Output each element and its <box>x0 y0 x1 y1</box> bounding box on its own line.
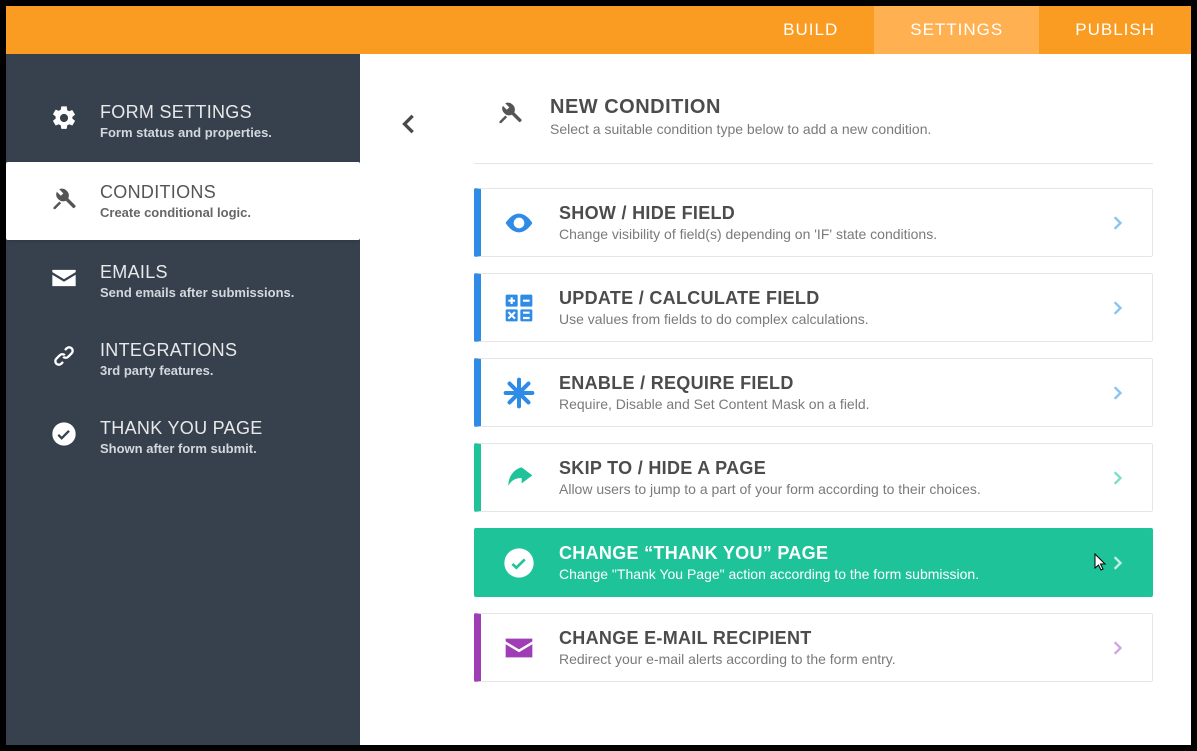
chevron-right-icon <box>1108 553 1128 573</box>
condition-sub: Allow users to jump to a part of your fo… <box>559 481 981 497</box>
link-icon <box>48 340 80 372</box>
sidebar-integrations[interactable]: INTEGRATIONS 3rd party features. <box>6 320 360 398</box>
mail-icon <box>501 630 537 666</box>
condition-header: NEW CONDITION Select a suitable conditio… <box>474 84 1153 164</box>
sidebar-item-sub: Create conditional logic. <box>100 205 251 220</box>
sidebar-item-title: EMAILS <box>100 262 294 283</box>
chevron-right-icon <box>1108 213 1128 233</box>
condition-card[interactable]: CHANGE E-MAIL RECIPIENT Redirect your e-… <box>474 613 1153 682</box>
sidebar-item-sub: Send emails after submissions. <box>100 285 294 300</box>
condition-type-list: SHOW / HIDE FIELD Change visibility of f… <box>474 188 1153 682</box>
sidebar-item-title: CONDITIONS <box>100 182 251 203</box>
tools-icon <box>496 96 528 128</box>
gear-icon <box>48 102 80 134</box>
sidebar-item-title: THANK YOU PAGE <box>100 418 263 439</box>
condition-card[interactable]: SHOW / HIDE FIELD Change visibility of f… <box>474 188 1153 257</box>
sidebar-item-sub: 3rd party features. <box>100 363 237 378</box>
tab-settings[interactable]: SETTINGS <box>874 6 1039 54</box>
sidebar-item-sub: Form status and properties. <box>100 125 272 140</box>
settings-sidebar: FORM SETTINGS Form status and properties… <box>6 54 360 745</box>
tab-publish[interactable]: PUBLISH <box>1039 6 1191 54</box>
chevron-right-icon <box>1108 468 1128 488</box>
check-icon <box>501 545 537 581</box>
tools-icon <box>48 182 80 214</box>
star-icon <box>501 375 537 411</box>
condition-sub: Change "Thank You Page" action according… <box>559 566 979 582</box>
top-nav: BUILD SETTINGS PUBLISH <box>6 6 1191 54</box>
sidebar-form-settings[interactable]: FORM SETTINGS Form status and properties… <box>6 82 360 160</box>
condition-title: SHOW / HIDE FIELD <box>559 203 937 224</box>
condition-title: CHANGE “THANK YOU” PAGE <box>559 543 979 564</box>
main-panel: NEW CONDITION Select a suitable conditio… <box>360 54 1191 745</box>
condition-sub: Redirect your e-mail alerts according to… <box>559 651 896 667</box>
condition-title: UPDATE / CALCULATE FIELD <box>559 288 869 309</box>
eye-icon <box>501 205 537 241</box>
sidebar-item-title: INTEGRATIONS <box>100 340 237 361</box>
condition-title: SKIP TO / HIDE A PAGE <box>559 458 981 479</box>
sidebar-item-sub: Shown after form submit. <box>100 441 263 456</box>
page-title: NEW CONDITION <box>550 96 931 119</box>
sidebar-conditions[interactable]: CONDITIONS Create conditional logic. <box>6 162 360 240</box>
tab-build[interactable]: BUILD <box>747 6 874 54</box>
chevron-right-icon <box>1108 383 1128 403</box>
page-subtitle: Select a suitable condition type below t… <box>550 121 931 137</box>
condition-card[interactable]: SKIP TO / HIDE A PAGE Allow users to jum… <box>474 443 1153 512</box>
sidebar-emails[interactable]: EMAILS Send emails after submissions. <box>6 242 360 320</box>
condition-title: ENABLE / REQUIRE FIELD <box>559 373 870 394</box>
sidebar-thank-you-page[interactable]: THANK YOU PAGE Shown after form submit. <box>6 398 360 476</box>
chevron-right-icon <box>1108 638 1128 658</box>
share-icon <box>501 460 537 496</box>
condition-card[interactable]: UPDATE / CALCULATE FIELD Use values from… <box>474 273 1153 342</box>
condition-sub: Require, Disable and Set Content Mask on… <box>559 396 870 412</box>
condition-title: CHANGE E-MAIL RECIPIENT <box>559 628 896 649</box>
back-button[interactable] <box>390 106 426 142</box>
calc-icon <box>501 290 537 326</box>
chevron-right-icon <box>1108 298 1128 318</box>
condition-sub: Change visibility of field(s) depending … <box>559 226 937 242</box>
mail-icon <box>48 262 80 294</box>
condition-sub: Use values from fields to do complex cal… <box>559 311 869 327</box>
check-icon <box>48 418 80 450</box>
condition-card[interactable]: CHANGE “THANK YOU” PAGE Change "Thank Yo… <box>474 528 1153 597</box>
condition-card[interactable]: ENABLE / REQUIRE FIELD Require, Disable … <box>474 358 1153 427</box>
sidebar-item-title: FORM SETTINGS <box>100 102 272 123</box>
